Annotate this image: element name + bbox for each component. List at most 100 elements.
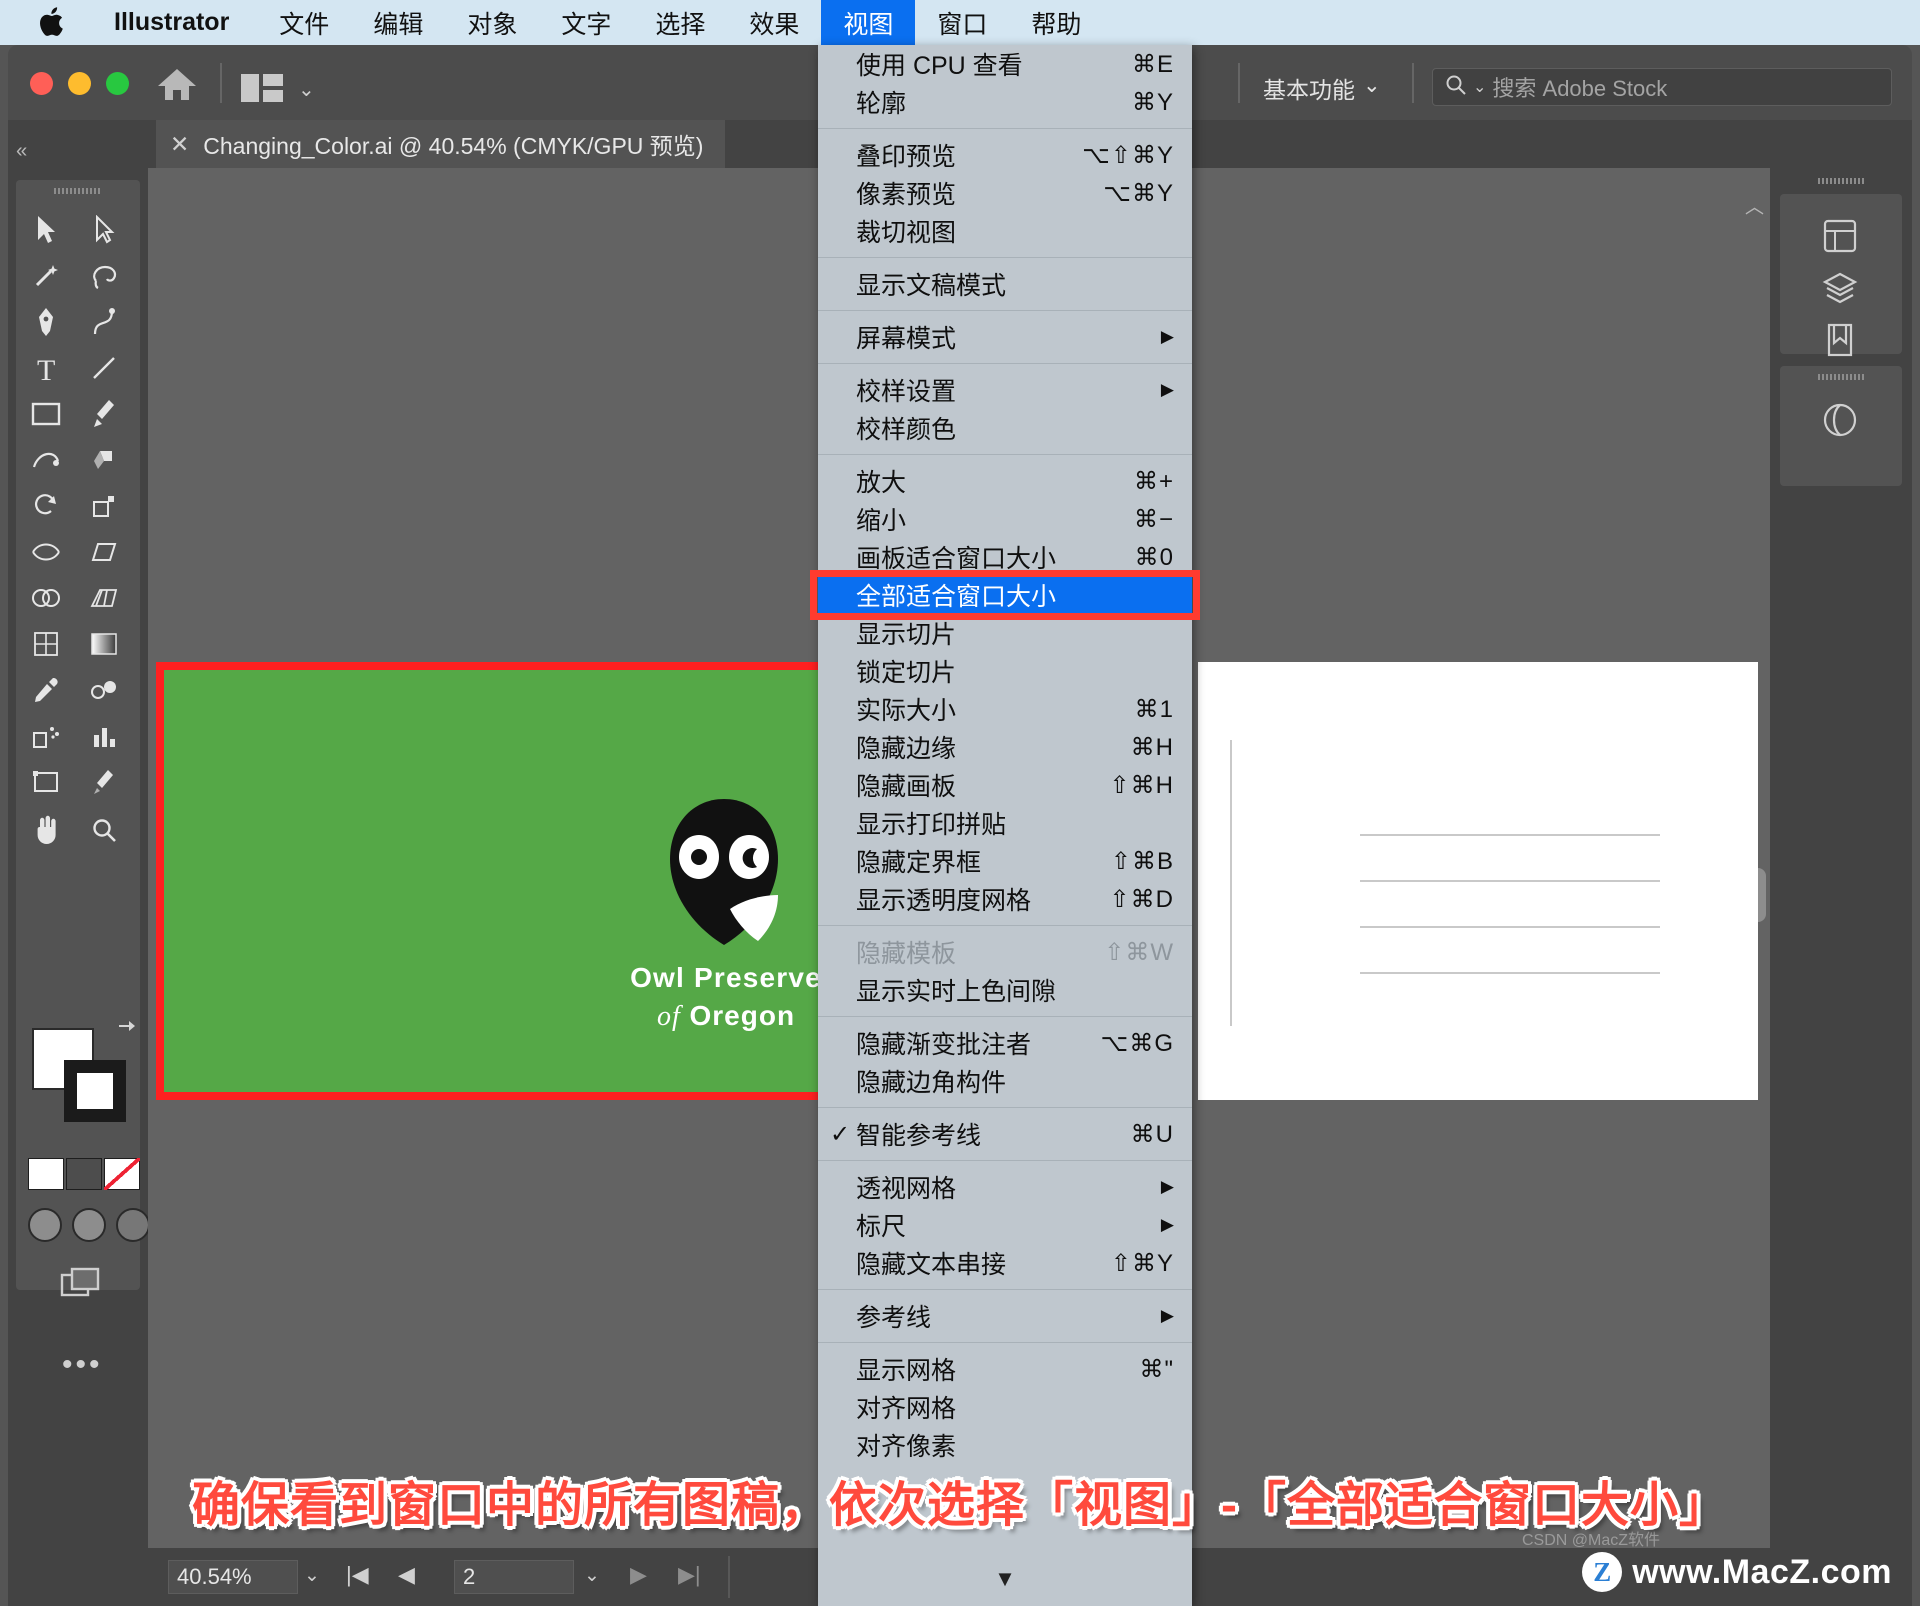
document-tab[interactable]: ✕ Changing_Color.ai @ 40.54% (CMYK/GPU 预…: [156, 120, 725, 168]
zoom-level-field[interactable]: 40.54%: [168, 1560, 298, 1594]
draw-behind-icon[interactable]: [72, 1208, 106, 1242]
curvature-tool-icon[interactable]: [78, 298, 130, 346]
more-tools-icon[interactable]: •••: [62, 1348, 103, 1382]
menu-item-1-0[interactable]: 叠印预览⌥⇧⌘Y: [818, 136, 1192, 174]
first-artboard-button[interactable]: |◀: [346, 1562, 369, 1588]
menubar-item-select[interactable]: 选择: [633, 0, 727, 45]
menu-item-0-0[interactable]: 使用 CPU 查看⌘E: [818, 45, 1192, 83]
shape-builder-tool-icon[interactable]: [20, 574, 72, 622]
rotate-tool-icon[interactable]: [20, 482, 72, 530]
menu-scroll-down-icon[interactable]: ▼: [818, 1566, 1192, 1592]
workspace-chevron-down-icon[interactable]: ⌄: [1363, 73, 1381, 98]
perspective-grid-tool-icon[interactable]: [78, 574, 130, 622]
menu-item-4-1[interactable]: 校样颜色: [818, 409, 1192, 447]
eraser-tool-icon[interactable]: [78, 436, 130, 484]
color-swatch-icon[interactable]: [28, 1158, 64, 1190]
menu-item-5-2[interactable]: 画板适合窗口大小⌘0: [818, 538, 1192, 576]
column-graph-tool-icon[interactable]: [78, 712, 130, 760]
menu-item-5-0[interactable]: 放大⌘+: [818, 462, 1192, 500]
blend-tool-icon[interactable]: [78, 666, 130, 714]
menu-item-3-0[interactable]: 屏幕模式▶: [818, 318, 1192, 356]
free-transform-tool-icon[interactable]: [78, 528, 130, 576]
menu-item-11-1[interactable]: 对齐网格: [818, 1388, 1192, 1426]
next-artboard-button[interactable]: ▶: [630, 1562, 647, 1588]
panel-drag-handle-2[interactable]: [1818, 374, 1864, 380]
menubar-item-type[interactable]: 文字: [539, 0, 633, 45]
menu-item-10-0[interactable]: 参考线▶: [818, 1297, 1192, 1335]
menu-item-7-0[interactable]: 隐藏渐变批注者⌥⌘G: [818, 1024, 1192, 1062]
slice-tool-icon[interactable]: [78, 758, 130, 806]
menubar-item-effect[interactable]: 效果: [727, 0, 821, 45]
artboard-number-field[interactable]: 2: [454, 1560, 574, 1594]
scale-tool-icon[interactable]: [78, 482, 130, 530]
menu-item-5-4[interactable]: 显示切片: [818, 614, 1192, 652]
selection-tool-icon[interactable]: [20, 206, 72, 254]
none-swatch-icon[interactable]: [104, 1158, 140, 1190]
draw-normal-icon[interactable]: [28, 1208, 62, 1242]
last-artboard-button[interactable]: ▶|: [678, 1562, 701, 1588]
menubar-app-name[interactable]: Illustrator: [86, 8, 257, 37]
brushes-panel-icon[interactable]: [1812, 394, 1868, 446]
menu-item-7-1[interactable]: 隐藏边角构件: [818, 1062, 1192, 1100]
menu-item-11-2[interactable]: 对齐像素: [818, 1426, 1192, 1464]
type-tool-icon[interactable]: T: [20, 344, 72, 392]
line-segment-tool-icon[interactable]: [78, 344, 130, 392]
menubar-item-view[interactable]: 视图: [821, 0, 915, 45]
stroke-color-swatch[interactable]: [64, 1060, 126, 1122]
properties-panel-icon[interactable]: [1812, 210, 1868, 262]
workspace-switcher-label[interactable]: 基本功能: [1263, 71, 1355, 105]
menu-item-6-1[interactable]: 显示实时上色间隙: [818, 971, 1192, 1009]
zoom-tool-icon[interactable]: [78, 806, 130, 854]
menubar-item-file[interactable]: 文件: [257, 0, 351, 45]
menubar-item-object[interactable]: 对象: [445, 0, 539, 45]
zoom-chevron-down-icon[interactable]: ⌄: [304, 1564, 320, 1587]
scroll-up-icon[interactable]: ︿: [1745, 192, 1764, 219]
layers-panel-icon[interactable]: [1812, 262, 1868, 314]
lasso-tool-icon[interactable]: [78, 252, 130, 300]
menu-item-0-1[interactable]: 轮廓⌘Y: [818, 83, 1192, 121]
menubar-item-edit[interactable]: 编辑: [351, 0, 445, 45]
width-tool-icon[interactable]: [20, 528, 72, 576]
menubar-item-help[interactable]: 帮助: [1009, 0, 1103, 45]
menu-item-8-0[interactable]: ✓智能参考线⌘U: [818, 1115, 1192, 1153]
gradient-tool-icon[interactable]: [78, 620, 130, 668]
menu-item-5-1[interactable]: 缩小⌘−: [818, 500, 1192, 538]
swap-fill-stroke-icon[interactable]: [116, 1018, 138, 1046]
menu-item-2-0[interactable]: 显示文稿模式: [818, 265, 1192, 303]
symbol-sprayer-tool-icon[interactable]: [20, 712, 72, 760]
close-icon[interactable]: ✕: [170, 131, 189, 158]
gradient-swatch-icon[interactable]: [66, 1158, 102, 1190]
menubar-item-window[interactable]: 窗口: [915, 0, 1009, 45]
change-screen-mode-icon[interactable]: [58, 1265, 104, 1301]
apple-logo-icon[interactable]: [0, 7, 86, 38]
menu-item-5-8[interactable]: 隐藏画板⇧⌘H: [818, 766, 1192, 804]
hand-tool-icon[interactable]: [20, 806, 72, 854]
menu-item-11-0[interactable]: 显示网格⌘": [818, 1350, 1192, 1388]
draw-inside-icon[interactable]: [116, 1208, 150, 1242]
artboard-back-side[interactable]: Place Stamp Here: [1198, 662, 1758, 1100]
menu-item-5-10[interactable]: 隐藏定界框⇧⌘B: [818, 842, 1192, 880]
menu-item-9-1[interactable]: 标尺▶: [818, 1206, 1192, 1244]
mesh-tool-icon[interactable]: [20, 620, 72, 668]
direct-selection-tool-icon[interactable]: [78, 206, 130, 254]
artboard-chevron-down-icon[interactable]: ⌄: [584, 1564, 600, 1587]
menu-item-1-2[interactable]: 裁切视图: [818, 212, 1192, 250]
menu-item-5-5[interactable]: 锁定切片: [818, 652, 1192, 690]
view-dropdown-menu[interactable]: 使用 CPU 查看⌘E轮廓⌘Y 叠印预览⌥⇧⌘Y像素预览⌥⌘Y裁切视图显示文稿模式…: [818, 45, 1192, 1606]
rectangle-tool-icon[interactable]: [20, 390, 72, 438]
panel-drag-handle[interactable]: [1818, 178, 1864, 184]
adobe-stock-search-field[interactable]: ⌄ 搜索 Adobe Stock: [1432, 68, 1892, 106]
previous-artboard-button[interactable]: ◀: [398, 1562, 415, 1588]
artboard-tool-icon[interactable]: [20, 758, 72, 806]
menu-item-5-7[interactable]: 隐藏边缘⌘H: [818, 728, 1192, 766]
search-chevron-down-icon[interactable]: ⌄: [1473, 77, 1486, 97]
menu-item-9-2[interactable]: 隐藏文本串接⇧⌘Y: [818, 1244, 1192, 1282]
paintbrush-tool-icon[interactable]: [78, 390, 130, 438]
menu-item-5-11[interactable]: 显示透明度网格⇧⌘D: [818, 880, 1192, 918]
menu-item-selected[interactable]: 全部适合窗口大小: [818, 576, 1192, 614]
magic-wand-tool-icon[interactable]: [20, 252, 72, 300]
menu-item-1-1[interactable]: 像素预览⌥⌘Y: [818, 174, 1192, 212]
pen-tool-icon[interactable]: [20, 298, 72, 346]
eyedropper-tool-icon[interactable]: [20, 666, 72, 714]
panel-drag-handle[interactable]: [54, 188, 100, 194]
